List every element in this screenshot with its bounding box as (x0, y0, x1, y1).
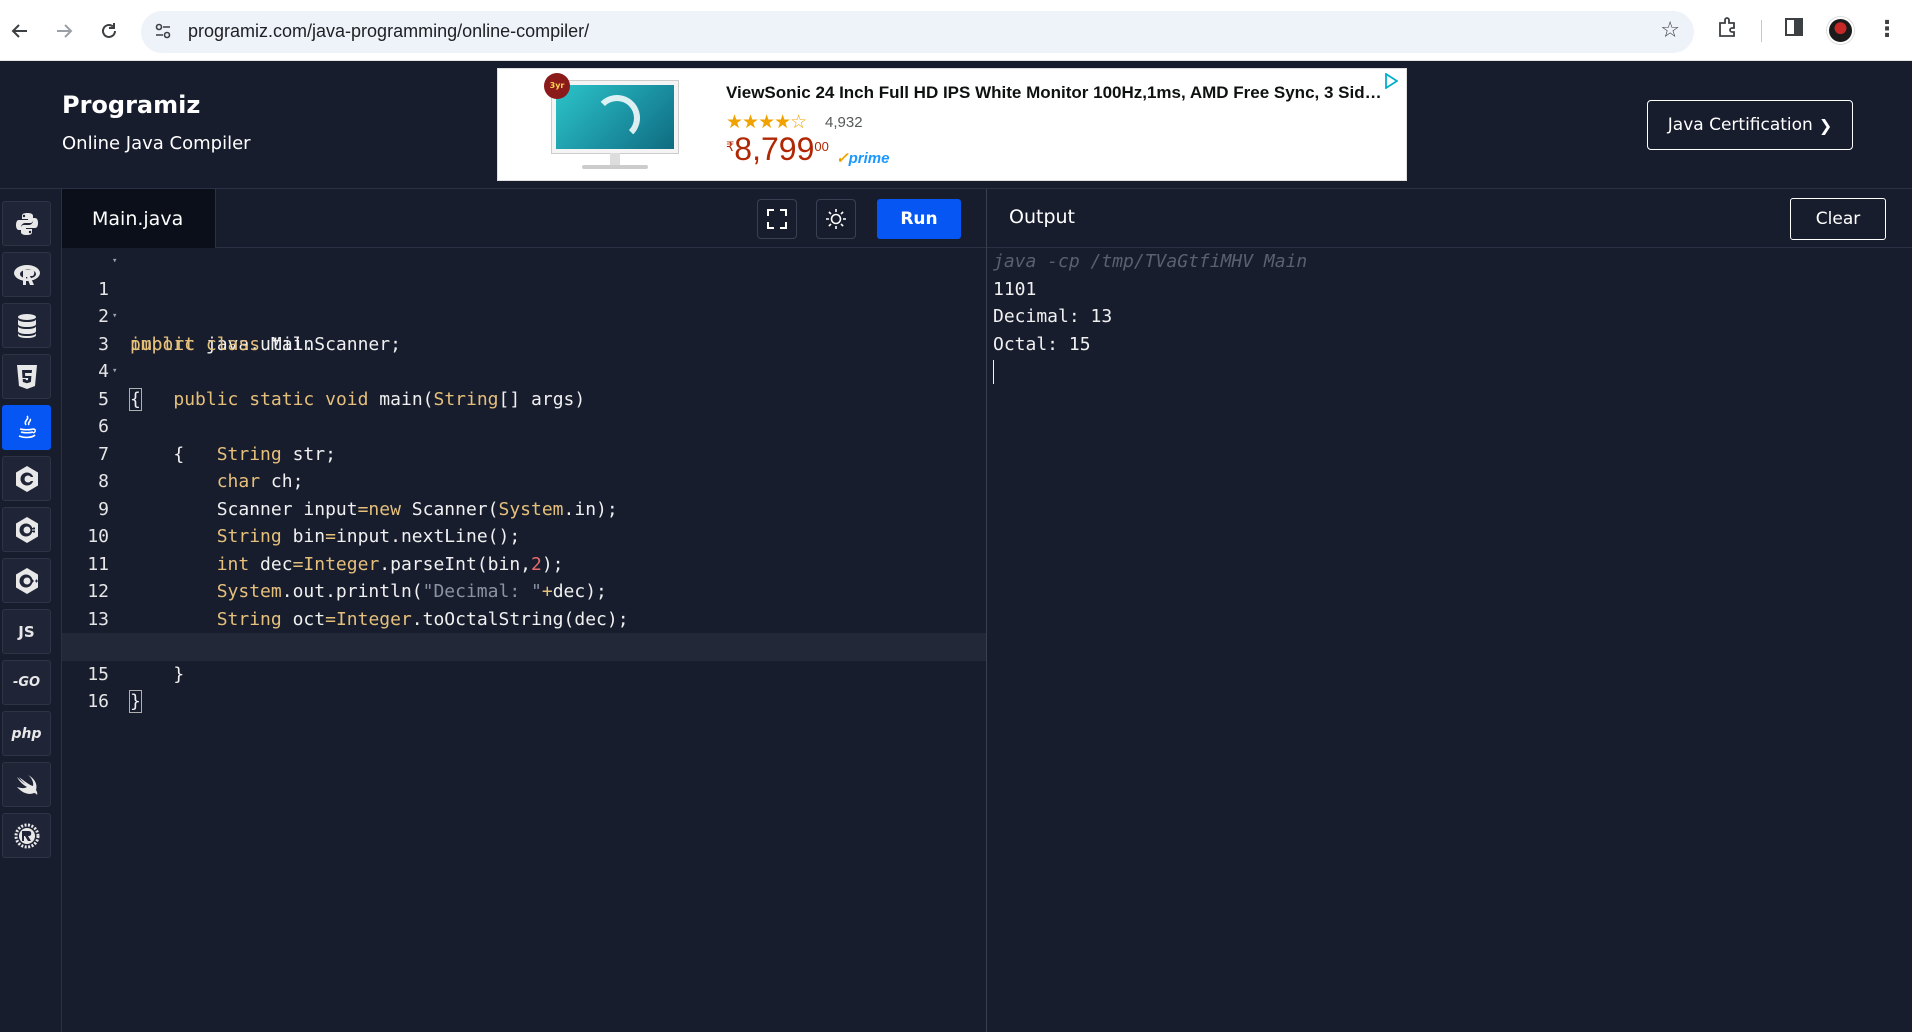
output-line: Octal: 15 (993, 333, 1091, 355)
site-info-icon[interactable] (153, 22, 173, 42)
line-number: 16 (87, 691, 109, 712)
code-line[interactable]: 10 int dec=Integer.parseInt(bin,2); (62, 496, 986, 575)
extensions-icon[interactable] (1716, 16, 1738, 44)
go-label: -GO (12, 675, 41, 690)
sidebar-item-r[interactable] (2, 252, 51, 297)
sidebar-item-csharp[interactable] (2, 507, 51, 552)
prime-label: prime (848, 150, 890, 167)
side-panel-icon[interactable] (1783, 16, 1805, 44)
code-line[interactable]: 13 System.out.println("Octal: "+oct); (62, 578, 986, 658)
sidebar-item-python[interactable] (2, 201, 51, 246)
toolbar-divider (1761, 20, 1762, 42)
java-certification-label: Java Certification (1667, 115, 1813, 135)
swift-icon (16, 774, 37, 795)
sidebar-item-swift[interactable] (2, 762, 51, 807)
page-subtitle: Online Java Compiler (62, 133, 251, 154)
cpp-icon (15, 567, 38, 594)
reload-icon[interactable] (92, 14, 126, 48)
sidebar-item-java[interactable] (2, 405, 51, 450)
output-line: Decimal: 13 (993, 306, 1113, 327)
output-title: Output (1009, 206, 1075, 228)
code-line[interactable]: 16 (62, 661, 986, 712)
code-line[interactable]: 9 String bin=input.nextLine(); (62, 468, 986, 548)
prime-badge: ✓prime (836, 150, 890, 167)
forward-icon[interactable] (47, 14, 81, 48)
code-line[interactable]: 12 String oct=Integer.toOctalString(dec)… (62, 551, 986, 630)
sidebar-item-php[interactable]: php (2, 711, 51, 756)
sidebar-item-go[interactable]: -GO (2, 660, 51, 705)
code-line[interactable]: 14 } (62, 606, 986, 685)
python-icon (15, 212, 38, 235)
chevron-right-icon: ❯ (1818, 115, 1833, 135)
ad-price-fraction: 00 (814, 139, 829, 154)
profile-avatar[interactable] (1827, 17, 1854, 44)
url-text[interactable]: programiz.com/java-programming/online-co… (188, 21, 589, 42)
bookmark-star-icon[interactable]: ☆ (1660, 18, 1680, 43)
code-line[interactable]: 1 ▾ import java.util.Scanner; (62, 248, 986, 355)
advertisement-banner[interactable]: 3yr ViewSonic 24 Inch Full HD IPS White … (497, 68, 1407, 181)
sidebar-item-sql[interactable] (2, 303, 51, 348)
ad-currency: ₹ (726, 139, 735, 154)
code-line[interactable]: 11 System.out.println("Decimal: "+dec); (62, 523, 986, 603)
php-label: php (11, 725, 42, 742)
r-icon (13, 264, 40, 285)
fold-marker-icon[interactable]: ▾ (112, 358, 117, 386)
code-editor[interactable]: 1 ▾ import java.util.Scanner; 2 public c… (62, 248, 986, 1032)
output-toolbar: Output Clear (987, 189, 1912, 248)
address-bar[interactable]: programiz.com/java-programming/online-co… (141, 11, 1694, 53)
ad-review-count: 4,932 (825, 114, 863, 131)
language-sidebar: JS -GO php (0, 189, 62, 1032)
site-header: Programiz Online Java Compiler 3yr ViewS… (0, 61, 1912, 189)
ad-price-whole: 8,799 (734, 131, 815, 167)
ad-price: ₹8,79900 (726, 131, 829, 168)
output-command: java -cp /tmp/TVaGtfiMHV Main (993, 251, 1308, 272)
rust-icon (14, 823, 39, 848)
sidebar-item-cpp[interactable] (2, 558, 51, 603)
browser-toolbar: programiz.com/java-programming/online-co… (0, 0, 1912, 61)
sidebar-item-c[interactable] (2, 456, 51, 501)
tab-main-java[interactable]: Main.java (62, 189, 216, 248)
code-text[interactable]: } (129, 688, 142, 716)
code-line[interactable]: 8 Scanner input=new Scanner(System.in); (62, 441, 986, 520)
code-line[interactable]: 4 public static void main(String[] args) (62, 331, 986, 410)
database-icon (17, 313, 36, 338)
fold-marker-icon[interactable]: ▾ (112, 248, 117, 276)
output-console[interactable]: java -cp /tmp/TVaGtfiMHV Main 1101 Decim… (987, 248, 1912, 1032)
run-button[interactable]: Run (877, 199, 961, 239)
adchoices-icon[interactable] (1384, 72, 1400, 90)
code-line[interactable]: 5 ▾ { (62, 358, 986, 465)
sidebar-item-html[interactable] (2, 354, 51, 399)
monitor-product-image[interactable]: 3yr (544, 73, 678, 169)
fullscreen-button[interactable] (757, 199, 797, 239)
c-icon (15, 465, 38, 492)
code-line[interactable]: 6 String str; (62, 386, 986, 465)
code-line[interactable]: 2 public class Main (62, 276, 986, 355)
programiz-logo[interactable]: Programiz (62, 91, 200, 119)
csharp-icon (15, 516, 38, 543)
javascript-label: JS (18, 622, 35, 641)
code-line[interactable]: 3 ▾ { (62, 303, 986, 411)
theme-toggle-button[interactable] (816, 199, 856, 239)
java-certification-button[interactable]: Java Certification ❯ (1647, 100, 1853, 150)
fullscreen-icon (767, 209, 787, 229)
output-line: 1101 (993, 278, 1037, 300)
ad-rating-stars: ★★★★☆ (726, 111, 807, 133)
back-icon[interactable] (3, 14, 37, 48)
ad-product-title[interactable]: ViewSonic 24 Inch Full HD IPS White Moni… (726, 83, 1386, 103)
sidebar-item-rust[interactable] (2, 813, 51, 858)
code-line-current[interactable]: 15 } (62, 633, 986, 713)
sidebar-item-javascript[interactable]: JS (2, 609, 51, 654)
code-line[interactable]: 7 char ch; (62, 413, 986, 493)
java-icon (18, 414, 36, 438)
browser-menu-icon[interactable]: ⋮ (1876, 14, 1898, 46)
editor-toolbar: Main.java Run (62, 189, 986, 248)
html5-icon (16, 364, 37, 389)
output-input-caret[interactable] (993, 360, 994, 384)
clear-button[interactable]: Clear (1790, 198, 1886, 240)
fold-marker-icon[interactable]: ▾ (112, 303, 117, 331)
sun-icon (826, 209, 846, 229)
